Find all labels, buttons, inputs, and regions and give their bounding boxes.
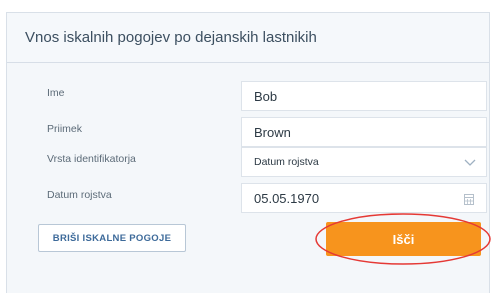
first-name-input[interactable]: Bob [241, 81, 487, 111]
birth-date-label: Datum rojstva [47, 189, 112, 201]
last-name-input[interactable]: Brown [241, 117, 487, 147]
birth-date-row: Datum rojstva 05.05.1970 [7, 183, 489, 213]
last-name-row: Priimek Brown [7, 117, 489, 147]
last-name-label: Priimek [47, 123, 83, 135]
first-name-row: Ime Bob [7, 81, 489, 111]
birth-date-value: 05.05.1970 [254, 190, 320, 206]
chevron-down-icon [464, 159, 476, 166]
calendar-icon[interactable] [464, 193, 474, 205]
search-button[interactable]: Išči [326, 222, 481, 256]
first-name-label: Ime [47, 87, 65, 99]
identifier-type-row: Vrsta identifikatorja Datum rojstva [7, 147, 489, 177]
panel-header: Vnos iskalnih pogojev po dejanskih lastn… [7, 13, 489, 63]
identifier-type-select[interactable]: Datum rojstva [241, 147, 487, 177]
birth-date-input[interactable]: 05.05.1970 [241, 183, 487, 213]
page-title: Vnos iskalnih pogojev po dejanskih lastn… [25, 29, 317, 46]
identifier-type-value: Datum rojstva [254, 156, 319, 168]
clear-search-criteria-button[interactable]: BRIŠI ISKALNE POGOJE [38, 224, 186, 252]
identifier-type-label: Vrsta identifikatorja [47, 153, 136, 165]
